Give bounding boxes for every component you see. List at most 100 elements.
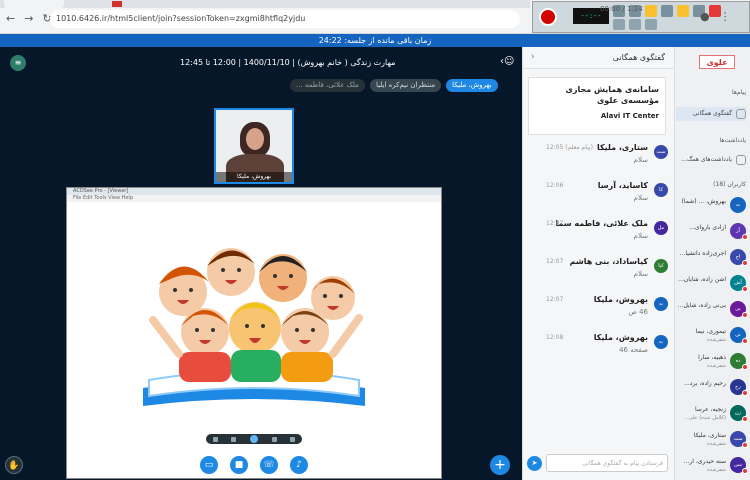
pencil-icon[interactable]: [677, 5, 689, 17]
user-name: رحیم زاده، برد...: [684, 380, 726, 387]
talking-indicator[interactable]: بهروش، ملیکا: [446, 79, 498, 92]
welcome-title: سامانه‌ی همایش مجازی مؤسسه‌ی علوی: [565, 85, 659, 105]
zoom-slider-handle[interactable]: [249, 435, 258, 443]
pause-icon[interactable]: [613, 19, 625, 30]
microphone-button[interactable]: ♪: [290, 456, 308, 474]
message-author: بهروش، ملیکا: [593, 333, 648, 342]
user-status: شفرشده: [707, 441, 726, 447]
user-name: ستاری، ملیکا: [693, 432, 726, 439]
camera-button[interactable]: ■: [230, 456, 248, 474]
avatar: مل: [654, 221, 668, 235]
message-time: 12:07: [546, 258, 564, 265]
user-list-item[interactable]: به بهروش، ... (شما): [676, 193, 748, 219]
phone-button[interactable]: ☏: [260, 456, 278, 474]
webcam-name-label: بهروش، ملیکا: [216, 172, 292, 182]
message-author: بهروش، ملیکا: [593, 295, 648, 304]
chat-message: به بهروش، ملیکا 12:07 46 ص: [526, 295, 668, 333]
message-time: 12:06: [546, 182, 564, 189]
back-icon[interactable]: ←: [6, 12, 15, 25]
folder-icon[interactable]: [645, 5, 657, 17]
recorder-timer: 00:00 / 1:24: [600, 5, 643, 13]
status-dot: [742, 468, 748, 474]
message-author: کاساید، آرسا: [597, 181, 648, 190]
recording-tab-icon: [112, 1, 122, 7]
notes-icon: [736, 155, 746, 165]
user-name: زنجیه، عرسا: [694, 406, 726, 413]
sidebar-item-label: یادداشت‌های همگ...: [681, 156, 732, 163]
user-list-item[interactable]: اج اجری‌زاده دانشیا...: [676, 245, 748, 271]
message-time: (پیام معلم) 12:05: [546, 144, 593, 151]
settings-icon[interactable]: [645, 19, 657, 30]
record-button[interactable]: [539, 8, 557, 26]
user-name: بی‌نی زاده، شایل...: [678, 302, 726, 309]
chat-close-icon[interactable]: ‹: [531, 52, 535, 62]
stop-icon[interactable]: [629, 19, 641, 30]
meeting-title: مهارت زندگی ( خانم بهروش) | 1400/11/10 |…: [180, 58, 396, 67]
user-status: (کلامل شده) علی...: [684, 415, 726, 421]
user-name: آشن زاده، شایان...: [678, 276, 726, 283]
avatar: به: [654, 335, 668, 349]
user-list-item[interactable]: بی بی‌نی زاده، شایل...: [676, 297, 748, 323]
user-list-item[interactable]: ست ستاری، ملیکا شفرشده: [676, 427, 748, 453]
user-list-panel: علوی پیام‌ها گفتگوی همگانی یادداشت‌ها یا…: [674, 47, 750, 480]
chat-icon: [736, 109, 746, 119]
message-text: سلام: [633, 156, 648, 164]
status-dot: [742, 312, 748, 318]
message-time: 12:08: [546, 334, 564, 341]
user-name: تیموری، نیما: [695, 328, 726, 335]
sidebar-item-shared-notes[interactable]: یادداشت‌های همگ...: [676, 153, 746, 167]
browser-tab[interactable]: [4, 0, 64, 8]
meeting-top-bar: ≡ مهارت زندگی ( خانم بهروش) | 1400/11/10…: [0, 47, 522, 77]
avatar: کا: [654, 183, 668, 197]
toggle-user-list-icon[interactable]: ‹☺: [500, 56, 514, 67]
user-name: بهروش، ... (شما): [681, 198, 726, 205]
status-dot: [742, 338, 748, 344]
user-list-item[interactable]: تی تیموری، نیما شفرشده: [676, 323, 748, 349]
user-status: شفرشده: [707, 363, 726, 369]
message-time: 12:07: [546, 296, 564, 303]
status-dot: [742, 286, 748, 292]
chat-message: مل ملک علائی، فاطمه سما 12:07 سلام: [526, 219, 668, 257]
browser-toolbar: ← → ↻ 1010.6426.ir/html5client/join?sess…: [0, 0, 750, 34]
children-reading-illustration: [113, 220, 395, 416]
account-icon[interactable]: ●: [700, 10, 710, 23]
avatar: کیا: [654, 259, 668, 273]
zoom-in-icon[interactable]: [271, 436, 277, 442]
talking-indicator[interactable]: ملک علائی، فاطمه ...: [290, 79, 365, 92]
screen-share-button[interactable]: ▭: [200, 456, 218, 474]
navigation-buttons: ← → ↻: [6, 12, 52, 25]
sidebar-item-public-chat[interactable]: گفتگوی همگانی: [676, 107, 746, 121]
message-text: صفحه 46: [619, 346, 648, 354]
message-author: ملک علائی، فاطمه سما: [555, 219, 648, 228]
previous-slide-icon[interactable]: [212, 436, 218, 442]
next-slide-icon[interactable]: [290, 436, 296, 442]
camera-icon[interactable]: [661, 5, 673, 17]
raise-hand-button[interactable]: ✋: [5, 456, 23, 474]
message-time: 12:07: [546, 220, 564, 227]
user-list-item[interactable]: ده ذهبیه، سارا شفرشده: [676, 349, 748, 375]
user-name: اجری‌زاده دانشیا...: [679, 250, 726, 257]
user-list-item[interactable]: زن زنجیه، عرسا (کلامل شده) علی...: [676, 401, 748, 427]
message-text: سلام: [633, 270, 648, 278]
user-list-item[interactable]: رح رحیم زاده، برد...: [676, 375, 748, 401]
zoom-out-icon[interactable]: [231, 436, 237, 442]
chat-message: کیا کیاساداد، بنی هاشم 12:07 سلام: [526, 257, 668, 295]
actions-plus-button[interactable]: +: [490, 455, 510, 475]
messages-section-label: پیام‌ها: [731, 89, 746, 96]
shared-window-menubar: File Edit Tools View Help: [67, 195, 441, 202]
send-message-button[interactable]: ➤: [527, 456, 542, 471]
talking-indicator[interactable]: منتظران نیم‌کره ایلیا: [369, 79, 442, 92]
forward-icon[interactable]: →: [24, 12, 33, 25]
user-list-item[interactable]: سن سنه حیدری، آر... شفرشده: [676, 453, 748, 479]
webcam-video[interactable]: بهروش، ملیکا: [214, 108, 294, 184]
user-list-item[interactable]: آش آشن زاده، شایان...: [676, 271, 748, 297]
chat-message-input[interactable]: فرستادن پیام به گفتگوی همگانی: [546, 454, 668, 472]
users-section-label: کاربران (18): [713, 181, 746, 188]
menu-icon[interactable]: ⋮: [720, 10, 731, 23]
user-list-item[interactable]: آز آزادی باروای...: [676, 219, 748, 245]
address-bar[interactable]: 1010.6426.ir/html5client/join?sessionTok…: [50, 10, 520, 28]
avatar: ست: [654, 145, 668, 159]
app-logo-icon[interactable]: ≡: [10, 55, 26, 71]
status-dot: [742, 416, 748, 422]
notes-section-label: یادداشت‌ها: [719, 137, 746, 144]
